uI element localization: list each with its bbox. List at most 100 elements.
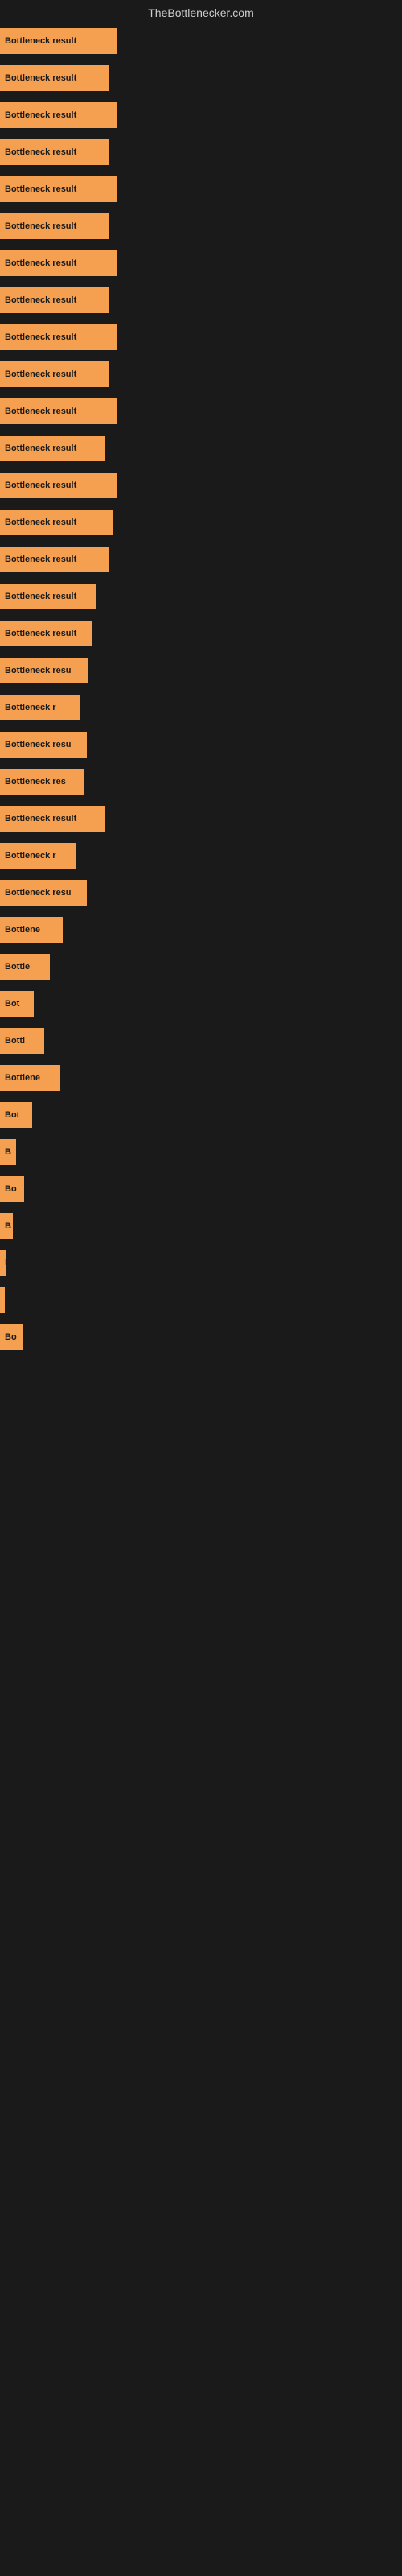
bar-row: Bottleneck r	[0, 689, 402, 726]
bar: Bottleneck result	[0, 102, 117, 128]
bar-row: Bottleneck r	[0, 837, 402, 874]
bar: l	[0, 1250, 6, 1276]
bar-row: Bottleneck result	[0, 171, 402, 208]
bar-label: Bottleneck result	[5, 147, 76, 157]
bar-row: Bo	[0, 1319, 402, 1356]
bar-label: B	[5, 1221, 11, 1231]
bar: Bottlene	[0, 1065, 60, 1091]
bar: B	[0, 1139, 16, 1165]
bar	[0, 1287, 5, 1313]
bar-label: Bottleneck resu	[5, 888, 72, 898]
chart-container: Bottleneck result Bottleneck result Bottle…	[0, 23, 402, 1372]
bar-label: Bo	[5, 1332, 17, 1342]
bar-label: Bottleneck result	[5, 369, 76, 379]
bar: Bottleneck result	[0, 547, 109, 572]
bar-row: Bottleneck resu	[0, 726, 402, 763]
bar: B	[0, 1213, 13, 1239]
bar: Bottleneck result	[0, 28, 117, 54]
page-header: TheBottlenecker.com	[0, 0, 402, 23]
bar: Bottleneck result	[0, 473, 117, 498]
bar: Bottleneck resu	[0, 658, 88, 683]
bar-row: Bot	[0, 985, 402, 1022]
bar-label: Bottleneck result	[5, 629, 76, 638]
bar-row: Bot	[0, 1096, 402, 1133]
bar-row: Bottleneck result	[0, 578, 402, 615]
bar: Bottleneck result	[0, 806, 105, 832]
bar: Bottleneck result	[0, 361, 109, 387]
bar-label: Bottleneck result	[5, 184, 76, 194]
bar: Bottleneck result	[0, 139, 109, 165]
bar: Bottleneck resu	[0, 732, 87, 758]
bar-label: Bottlene	[5, 1073, 40, 1083]
bar: Bottleneck result	[0, 65, 109, 91]
bar: Bottleneck result	[0, 510, 113, 535]
bar: Bottle	[0, 954, 50, 980]
bar-row: Bottleneck resu	[0, 874, 402, 911]
bar-label: Bottleneck res	[5, 777, 66, 786]
bar: Bottleneck result	[0, 324, 117, 350]
bar-row: Bottlene	[0, 1059, 402, 1096]
bar-label: Bottleneck result	[5, 110, 76, 120]
bar-row: Bottleneck result	[0, 97, 402, 134]
bar-row: Bottleneck result	[0, 23, 402, 60]
bar-label: B	[5, 1147, 11, 1157]
bar: Bottleneck result	[0, 287, 109, 313]
bar-row	[0, 1282, 402, 1319]
bar-row: Bottleneck result	[0, 245, 402, 282]
bar-label: Bottleneck result	[5, 444, 76, 453]
bar-label: Bottl	[5, 1036, 25, 1046]
bar-row: Bottleneck result	[0, 208, 402, 245]
bar-row: Bottle	[0, 948, 402, 985]
bar: Bottleneck result	[0, 250, 117, 276]
bar: Bottlene	[0, 917, 63, 943]
bar-label: Bottleneck result	[5, 295, 76, 305]
bar: Bottleneck result	[0, 436, 105, 461]
bar: Bottleneck r	[0, 695, 80, 720]
bar-row: Bottleneck result	[0, 800, 402, 837]
bar: Bot	[0, 1102, 32, 1128]
bar-label: Bottleneck result	[5, 592, 76, 601]
bar-label: Bottleneck result	[5, 36, 76, 46]
bar-row: Bottleneck result	[0, 393, 402, 430]
site-title: TheBottlenecker.com	[148, 6, 254, 19]
bar: Bottleneck result	[0, 584, 96, 609]
bar-row: l	[0, 1245, 402, 1282]
bar-row: Bottleneck result	[0, 430, 402, 467]
bar-row: Bottleneck result	[0, 282, 402, 319]
bar-label: Bottleneck result	[5, 555, 76, 564]
bar-row: Bottl	[0, 1022, 402, 1059]
bar-label: Bottleneck result	[5, 258, 76, 268]
bar-label: Bottleneck result	[5, 407, 76, 416]
bar-row: Bottleneck result	[0, 60, 402, 97]
bar: Bot	[0, 991, 34, 1017]
bar-row: Bottleneck resu	[0, 652, 402, 689]
bar-row: Bottlene	[0, 911, 402, 948]
bar: Bottleneck r	[0, 843, 76, 869]
bar: Bo	[0, 1176, 24, 1202]
bar-label: l	[5, 1258, 6, 1268]
bar-label: Bottleneck result	[5, 221, 76, 231]
bar-row: B	[0, 1208, 402, 1245]
bar-label: Bottleneck result	[5, 481, 76, 490]
bar-label: Bottleneck result	[5, 73, 76, 83]
bar-row: Bo	[0, 1170, 402, 1208]
bar-row: Bottleneck result	[0, 615, 402, 652]
bar: Bottl	[0, 1028, 44, 1054]
bar-label: Bottleneck resu	[5, 666, 72, 675]
bar-row: Bottleneck res	[0, 763, 402, 800]
bar-row: B	[0, 1133, 402, 1170]
bar-label: Bottleneck result	[5, 518, 76, 527]
bar-row: Bottleneck result	[0, 356, 402, 393]
bar: Bottleneck resu	[0, 880, 87, 906]
bar-label: Bottleneck r	[5, 851, 56, 861]
bar-label: Bottlene	[5, 925, 40, 935]
bar: Bottleneck result	[0, 398, 117, 424]
bar: Bottleneck result	[0, 213, 109, 239]
bar-label: Bottle	[5, 962, 30, 972]
bar-row: Bottleneck result	[0, 467, 402, 504]
bar-label: Bot	[5, 1110, 19, 1120]
bar-label: Bottleneck resu	[5, 740, 72, 749]
bar-label: Bottleneck result	[5, 332, 76, 342]
bar-row: Bottleneck result	[0, 504, 402, 541]
bar: Bo	[0, 1324, 23, 1350]
